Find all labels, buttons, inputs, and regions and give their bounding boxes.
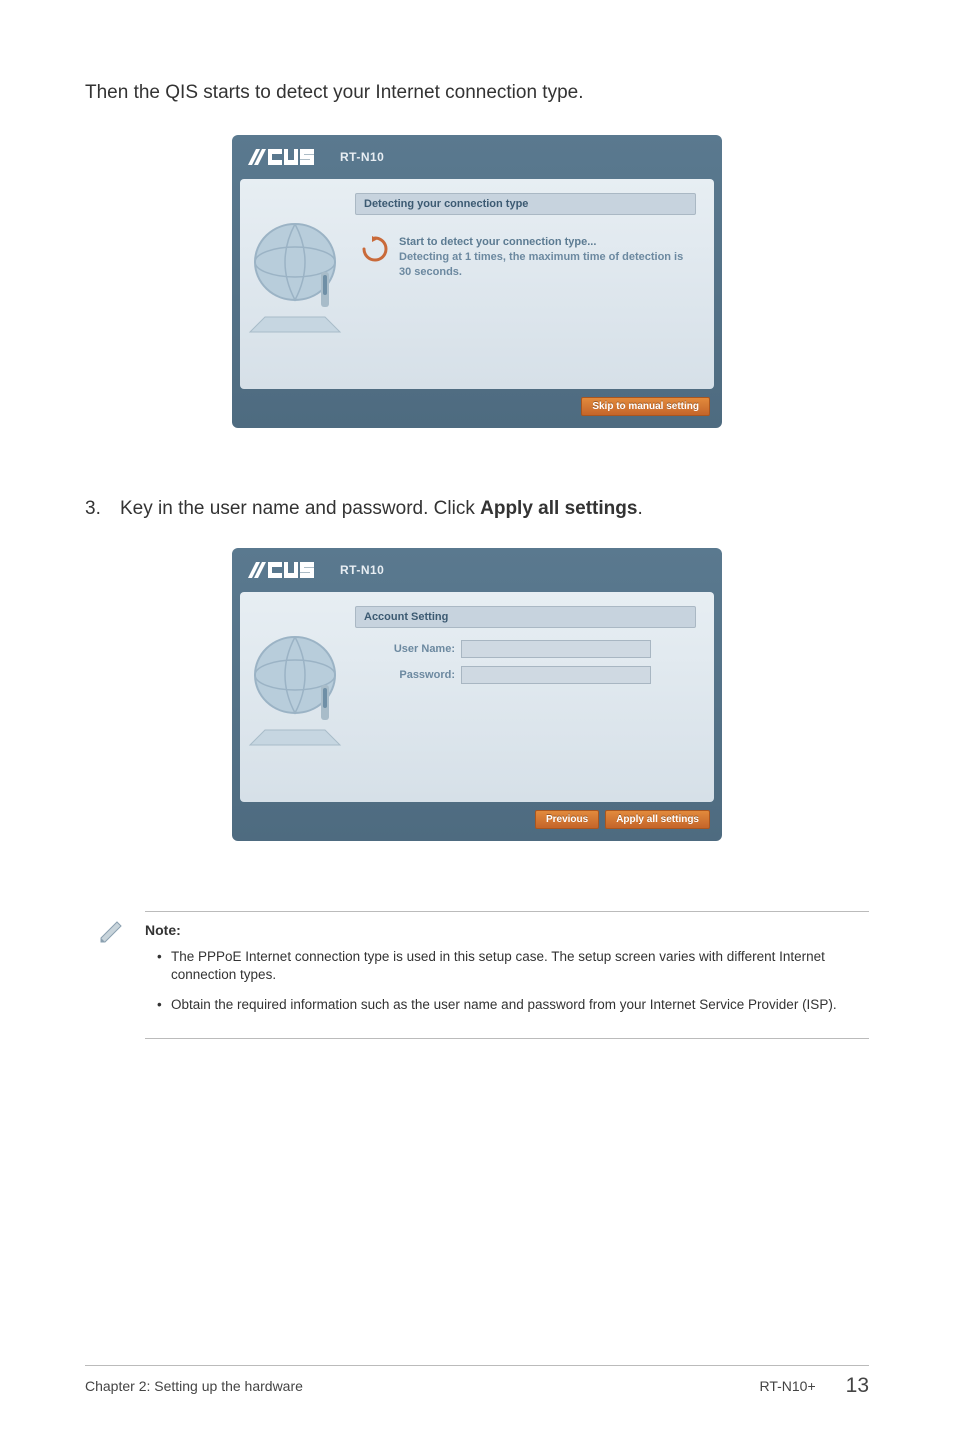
step-text-suffix: . (637, 498, 642, 519)
username-label: User Name: (373, 643, 461, 655)
previous-button[interactable]: Previous (535, 810, 599, 829)
footer-chapter: Chapter 2: Setting up the hardware (85, 1378, 303, 1394)
note-block: Note: The PPPoE Internet connection type… (145, 911, 869, 1040)
page-number: 13 (846, 1374, 869, 1398)
intro-paragraph: Then the QIS starts to detect your Inter… (85, 80, 869, 107)
qis-detect-panel: RT-N10 Detecting your connection type (232, 135, 722, 428)
step-3: 3. Key in the user name and password. Cl… (85, 498, 869, 520)
asus-logo: RT-N10 (246, 147, 384, 167)
qis-account-panel: RT-N10 Account Setting User Name: (232, 548, 722, 841)
detect-text: Start to detect your connection type... … (399, 235, 690, 281)
asus-logo: RT-N10 (246, 560, 384, 580)
step-number: 3. (85, 498, 120, 520)
globe-icon (245, 217, 350, 352)
list-item: The PPPoE Internet connection type is us… (157, 948, 869, 984)
page-footer: Chapter 2: Setting up the hardware RT-N1… (85, 1365, 869, 1398)
panel-header: RT-N10 (232, 135, 722, 179)
detect-tab: Detecting your connection type (355, 193, 696, 215)
footer-model: RT-N10+ (759, 1378, 815, 1394)
panel-footer: Skip to manual setting (232, 389, 722, 416)
note-list: The PPPoE Internet connection type is us… (145, 948, 869, 1015)
panel-header: RT-N10 (232, 548, 722, 592)
list-item: Obtain the required information such as … (157, 996, 869, 1014)
panel-footer: Previous Apply all settings (232, 802, 722, 829)
apply-button[interactable]: Apply all settings (605, 810, 710, 829)
globe-column (240, 189, 355, 379)
note-title: Note: (145, 922, 869, 938)
footer-right: RT-N10+ 13 (759, 1374, 869, 1398)
pencil-icon (97, 918, 125, 951)
password-label: Password: (373, 669, 461, 681)
content-column: Detecting your connection type Start to … (355, 189, 704, 379)
step-text-prefix: Key in the user name and password. Click (120, 498, 480, 519)
detect-line2: Detecting at 1 times, the maximum time o… (399, 250, 690, 281)
step-text: Key in the user name and password. Click… (120, 498, 643, 520)
detect-row: Start to detect your connection type... … (355, 227, 696, 281)
spinner-icon (361, 235, 389, 268)
account-tab: Account Setting (355, 606, 696, 628)
globe-icon (245, 630, 350, 765)
username-row: User Name: (355, 640, 696, 658)
detect-line1: Start to detect your connection type... (399, 235, 690, 250)
product-tag: RT-N10 (340, 563, 384, 577)
step-text-bold: Apply all settings (480, 498, 637, 519)
username-input[interactable] (461, 640, 651, 658)
skip-button[interactable]: Skip to manual setting (581, 397, 710, 416)
panel-body: Account Setting User Name: Password: (240, 592, 714, 802)
password-input[interactable] (461, 666, 651, 684)
password-row: Password: (355, 666, 696, 684)
globe-column (240, 602, 355, 792)
panel-body: Detecting your connection type Start to … (240, 179, 714, 389)
content-column: Account Setting User Name: Password: (355, 602, 704, 792)
product-tag: RT-N10 (340, 150, 384, 164)
